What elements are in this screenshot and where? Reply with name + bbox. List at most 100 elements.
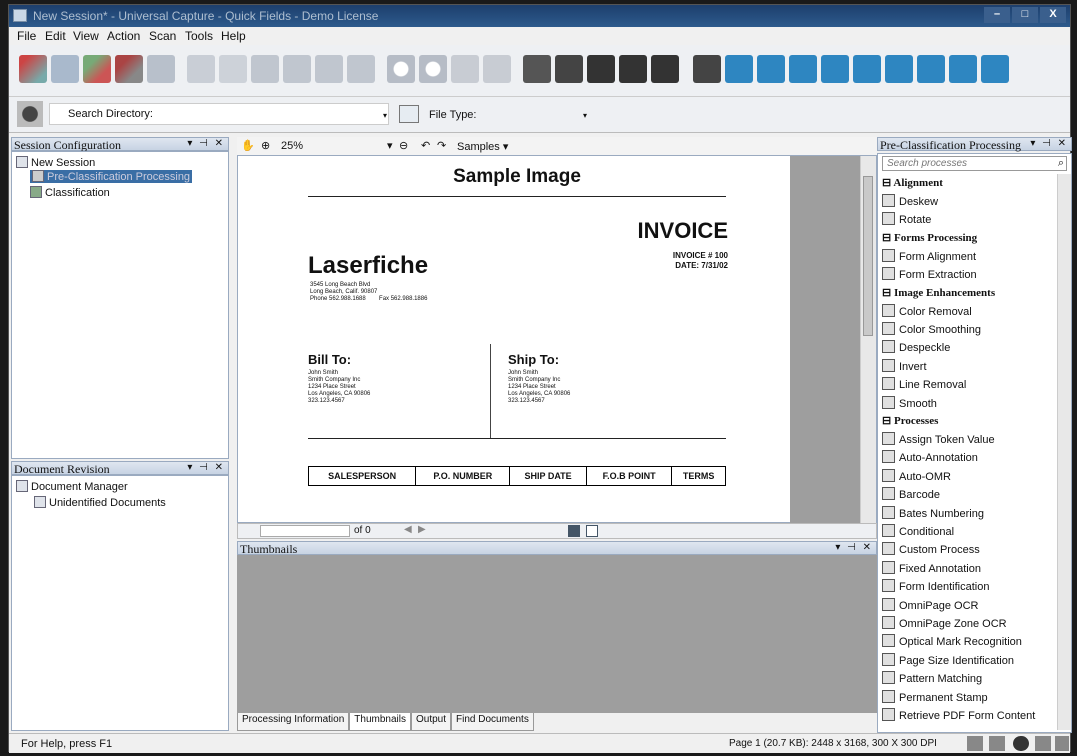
close-button[interactable]: X — [1040, 7, 1066, 23]
document-icon[interactable] — [523, 55, 551, 83]
tab-thumbnails[interactable]: Thumbnails — [349, 713, 411, 731]
export-icon[interactable] — [555, 55, 583, 83]
status-tool-icon[interactable] — [967, 736, 983, 751]
process-item[interactable]: Color Removal — [882, 303, 972, 321]
tree-item-document-manager[interactable]: Document Manager — [16, 480, 128, 493]
panel-controls[interactable]: ▾ ⊣ ✕ — [835, 542, 873, 553]
page-icon[interactable] — [347, 55, 375, 83]
process-item[interactable]: Custom Process — [882, 542, 980, 559]
first-page-icon[interactable]: ◀ — [404, 524, 412, 535]
process-group-header[interactable]: ⊟ Image Enhancements — [882, 286, 995, 299]
rotate-left-icon[interactable] — [387, 55, 415, 83]
stop-icon[interactable] — [51, 55, 79, 83]
image-icon[interactable] — [917, 55, 945, 83]
paste-icon[interactable] — [283, 55, 311, 83]
collapse-icon[interactable]: ⊟ — [882, 232, 894, 244]
panel-controls[interactable]: ▾ ⊣ ✕ — [1030, 138, 1068, 149]
process-item[interactable]: Retrieve PDF Form Content — [882, 708, 1035, 725]
tree-item-classification[interactable]: Classification — [30, 186, 110, 199]
cut-icon[interactable] — [219, 55, 247, 83]
process-gear-icon[interactable] — [17, 101, 43, 127]
process-item[interactable]: Auto-OMR — [882, 468, 951, 486]
status-layout-icon[interactable] — [1035, 736, 1051, 751]
menu-tools[interactable]: Tools — [185, 29, 213, 43]
process-item[interactable]: Bates Numbering — [882, 505, 984, 523]
minimize-button[interactable]: – — [984, 7, 1010, 23]
text-mode-icon[interactable] — [586, 525, 598, 537]
page-number-input[interactable] — [260, 525, 350, 537]
menu-action[interactable]: Action — [107, 29, 140, 43]
collapse-icon[interactable]: ⊟ — [882, 287, 894, 299]
status-save-icon[interactable] — [1055, 736, 1069, 751]
view-grid-icon[interactable] — [789, 55, 817, 83]
next-page-icon[interactable]: ▶ — [418, 524, 426, 535]
tree-item-unidentified[interactable]: Unidentified Documents — [34, 496, 166, 509]
tab-find-documents[interactable]: Find Documents — [451, 713, 534, 731]
maximize-button[interactable]: □ — [1012, 7, 1038, 23]
process-item[interactable]: Invert — [882, 358, 927, 376]
process-item[interactable]: Conditional — [882, 524, 954, 541]
copy-icon[interactable] — [251, 55, 279, 83]
process-item[interactable]: Page Size Identification — [882, 652, 1014, 670]
tab-output[interactable]: Output — [410, 713, 452, 731]
panel-icon[interactable] — [187, 55, 215, 83]
scrollbar-thumb[interactable] — [863, 176, 873, 336]
view-text-icon[interactable] — [853, 55, 881, 83]
redo-icon[interactable]: ↷ — [437, 139, 446, 152]
process-item[interactable]: Barcode — [882, 487, 940, 504]
save-icon[interactable] — [587, 55, 615, 83]
search-button[interactable] — [399, 105, 419, 123]
process-item[interactable]: Line Removal — [882, 377, 966, 394]
back-icon[interactable] — [483, 55, 511, 83]
image-edit-icon[interactable] — [949, 55, 977, 83]
previous-icon[interactable] — [619, 55, 647, 83]
process-item[interactable]: Form Alignment — [882, 248, 976, 266]
process-item[interactable]: Auto-Annotation — [882, 450, 978, 467]
zoom-dropdown-icon[interactable]: ▾ — [387, 139, 393, 152]
view-list-icon[interactable] — [757, 55, 785, 83]
menu-help[interactable]: Help — [221, 29, 246, 43]
process-item[interactable]: Assign Token Value — [882, 432, 995, 449]
panel-controls[interactable]: ▾ ⊣ ✕ — [187, 138, 225, 149]
search-directory-field[interactable]: Search Directory: — [49, 103, 389, 125]
status-settings-icon[interactable] — [989, 736, 1005, 751]
tree-item-pre-classification[interactable]: Pre-Classification Processing — [30, 170, 193, 183]
samples-dropdown[interactable]: Samples ▾ — [457, 140, 508, 153]
view-close-icon[interactable] — [821, 55, 849, 83]
collapse-icon[interactable]: ⊟ — [882, 177, 893, 189]
process-list-scrollbar[interactable] — [1057, 174, 1071, 730]
next-icon[interactable] — [651, 55, 679, 83]
collapse-icon[interactable]: ⊟ — [882, 415, 894, 427]
zoom-level[interactable]: 25% — [281, 140, 303, 152]
viewer-scrollbar[interactable] — [860, 156, 876, 524]
process-item[interactable]: Deskew — [882, 194, 938, 211]
process-item[interactable]: Form Extraction — [882, 267, 977, 284]
process-item[interactable]: Pattern Matching — [882, 671, 982, 688]
process-item[interactable]: OmniPage Zone OCR — [882, 616, 1007, 633]
menu-file[interactable]: File — [17, 29, 36, 43]
process-search-input[interactable]: Search processes ⌕ — [882, 156, 1067, 171]
undo-icon[interactable]: ↶ — [421, 139, 430, 152]
file-type-dropdown-icon[interactable]: ▾ — [583, 111, 587, 120]
view-single-icon[interactable] — [693, 55, 721, 83]
search-run-icon[interactable] — [83, 55, 111, 83]
status-record-icon[interactable] — [1013, 736, 1029, 751]
zoom-icon[interactable] — [885, 55, 913, 83]
tab-processing-information[interactable]: Processing Information — [237, 713, 350, 731]
menu-scan[interactable]: Scan — [149, 29, 176, 43]
chevron-down-icon[interactable]: ▾ — [383, 111, 387, 120]
zoom-in-icon[interactable]: ⊕ — [261, 139, 270, 152]
tree-item-new-session[interactable]: New Session — [16, 156, 95, 169]
menu-view[interactable]: View — [73, 29, 99, 43]
menu-edit[interactable]: Edit — [45, 29, 66, 43]
process-item[interactable]: OmniPage OCR — [882, 597, 978, 615]
process-group-header[interactable]: ⊟ Forms Processing — [882, 231, 977, 244]
process-item[interactable]: Optical Mark Recognition — [882, 634, 1022, 651]
store-icon[interactable] — [147, 55, 175, 83]
pan-icon[interactable]: ✋ — [241, 139, 255, 152]
process-item[interactable]: Despeckle — [882, 340, 950, 357]
process-item[interactable]: Color Smoothing — [882, 322, 981, 339]
image-settings-icon[interactable] — [981, 55, 1009, 83]
process-item[interactable]: Form Identification — [882, 579, 989, 596]
process-item[interactable]: Rotate — [882, 212, 931, 229]
